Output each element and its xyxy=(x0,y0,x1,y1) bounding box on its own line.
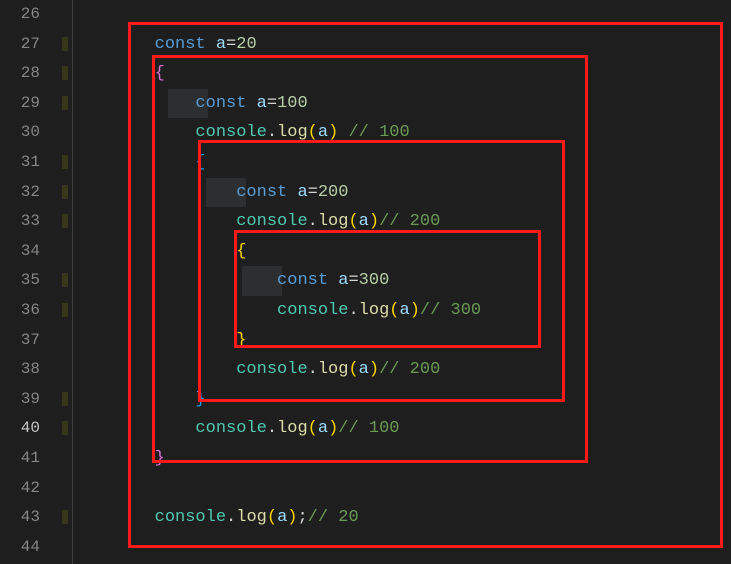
line-number: 34 xyxy=(0,237,40,267)
line-number: 26 xyxy=(0,0,40,30)
code-area[interactable]: const a=20 { const a=100 console.log(a) … xyxy=(73,0,731,564)
line-number: 44 xyxy=(0,533,40,563)
line-number: 27 xyxy=(0,30,40,60)
line-number: 36 xyxy=(0,296,40,326)
mini-marker-bar xyxy=(60,0,72,564)
code-editor[interactable]: 26 27 28 29 30 31 32 33 34 35 36 37 38 3… xyxy=(0,0,731,564)
line-number: 43 xyxy=(0,503,40,533)
line-number: 42 xyxy=(0,474,40,504)
line-number: 31 xyxy=(0,148,40,178)
line-number: 29 xyxy=(0,89,40,119)
line-number: 41 xyxy=(0,444,40,474)
line-number: 37 xyxy=(0,326,40,356)
line-number: 33 xyxy=(0,207,40,237)
line-number: 30 xyxy=(0,118,40,148)
line-number-gutter: 26 27 28 29 30 31 32 33 34 35 36 37 38 3… xyxy=(0,0,60,564)
line-number: 40 xyxy=(0,414,40,444)
line-number: 35 xyxy=(0,266,40,296)
line-number: 38 xyxy=(0,355,40,385)
line-number: 28 xyxy=(0,59,40,89)
line-number: 39 xyxy=(0,385,40,415)
line-number: 32 xyxy=(0,178,40,208)
